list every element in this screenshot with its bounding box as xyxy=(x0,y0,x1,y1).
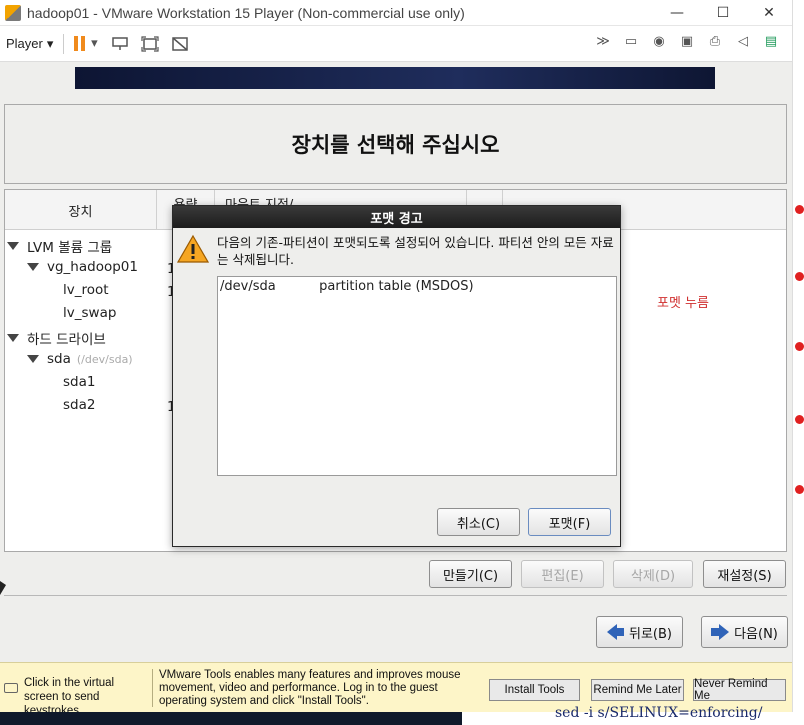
expander-icon[interactable] xyxy=(7,242,19,250)
arrow-shaft xyxy=(616,628,624,636)
delete-button[interactable]: 삭제(D) xyxy=(613,560,693,588)
tree-label: 하드 드라이브 xyxy=(27,332,106,348)
tree-row-sda1[interactable]: sda1 xyxy=(63,374,95,390)
edit-button[interactable]: 편집(E) xyxy=(521,560,604,588)
unity-icon[interactable] xyxy=(171,36,189,52)
back-button[interactable]: 뒤로(B) xyxy=(596,616,683,648)
background-marker-icon xyxy=(795,342,804,351)
dialog-title: 포맷 경고 xyxy=(173,206,620,228)
expander-icon[interactable] xyxy=(27,263,39,271)
dialog-message: 다음의 기존-파티션이 포맷되도록 설정되어 있습니다. 파티션 안의 모든 자… xyxy=(217,235,614,267)
toolbar-divider xyxy=(63,33,65,54)
expander-icon[interactable] xyxy=(27,355,39,363)
tree-row-lvm-group[interactable]: LVM 볼륨 그룹 xyxy=(7,236,112,256)
printer-icon[interactable]: ⎙ xyxy=(706,34,724,49)
tree-row-lv-root[interactable]: lv_root xyxy=(63,282,109,298)
tree-label: sda xyxy=(47,351,71,367)
install-tools-button[interactable]: Install Tools xyxy=(489,679,580,701)
pause-dropdown-icon[interactable]: ▾ xyxy=(89,36,99,52)
list-item[interactable]: /dev/sda partition table (MSDOS) xyxy=(220,279,616,294)
player-menu-label: Player xyxy=(6,36,43,51)
format-button[interactable]: 포맷(F) xyxy=(528,508,611,536)
notification-divider xyxy=(152,669,153,707)
hard-disk-icon[interactable]: ▭ xyxy=(622,34,640,49)
cd-icon[interactable]: ◉ xyxy=(650,34,668,49)
expander-icon[interactable] xyxy=(7,334,19,342)
tree-label: sda1 xyxy=(63,374,96,390)
player-toolbar: Player ▾ ▾ ≫ ▭ ◉ ▣ ⎙ ◁ ▤ xyxy=(0,26,792,62)
fit-guest-icon[interactable] xyxy=(141,35,159,52)
window-controls: — ☐ ✕ xyxy=(654,0,792,26)
tree-label: lv_swap xyxy=(63,305,117,321)
close-button[interactable]: ✕ xyxy=(746,0,792,26)
create-button[interactable]: 만들기(C) xyxy=(429,560,512,588)
vm-library-icon[interactable]: ▤ xyxy=(762,34,780,49)
network-icon[interactable]: ▣ xyxy=(678,34,696,49)
sound-icon[interactable]: ◁ xyxy=(734,34,752,49)
next-button-label: 다음(N) xyxy=(734,626,778,642)
page-title: 장치를 선택해 주십시오 xyxy=(291,133,500,157)
tree-label: sda2 xyxy=(63,397,96,413)
tree-row-sda2[interactable]: sda2 xyxy=(63,397,95,413)
chevron-down-icon: ▾ xyxy=(46,35,54,51)
tree-label: vg_hadoop01 xyxy=(47,259,138,275)
annotation-note: 포멧 누름 xyxy=(657,296,709,311)
minimize-button[interactable]: — xyxy=(654,0,700,26)
tree-label: lv_root xyxy=(63,282,109,298)
installer-banner xyxy=(75,67,715,89)
arrow-shaft xyxy=(711,628,720,636)
format-warning-dialog: 포맷 경고 다음의 기존-파티션이 포맷되도록 설정되어 있습니다. 파티션 안… xyxy=(172,205,621,547)
tree-sublabel: (/dev/sda) xyxy=(76,352,133,366)
player-menu-button[interactable]: Player ▾ xyxy=(6,36,53,52)
background-marker-icon xyxy=(795,415,804,424)
cancel-button[interactable]: 취소(C) xyxy=(437,508,520,536)
background-window-edge xyxy=(792,0,804,725)
reset-button[interactable]: 재설정(S) xyxy=(703,560,786,588)
vmware-logo-icon xyxy=(5,4,21,21)
warning-icon xyxy=(177,234,209,263)
never-remind-button[interactable]: Never Remind Me xyxy=(693,678,786,702)
list-item-description: partition table (MSDOS) xyxy=(319,279,474,294)
column-device[interactable]: 장치 xyxy=(5,190,157,230)
heading-box: 장치를 선택해 주십시오 xyxy=(4,104,787,184)
tree-label: LVM 볼륨 그룹 xyxy=(27,240,113,256)
mouse-pointer-icon xyxy=(0,581,6,595)
tree-row-hard-drives[interactable]: 하드 드라이브 xyxy=(7,328,106,348)
back-button-label: 뒤로(B) xyxy=(629,626,672,642)
background-marker-icon xyxy=(795,272,804,281)
partition-list[interactable]: /dev/sda partition table (MSDOS) xyxy=(217,276,617,476)
more-icon[interactable]: ≫ xyxy=(594,34,612,49)
background-marker-icon xyxy=(795,485,804,494)
keyboard-icon xyxy=(4,683,18,693)
device-icons: ≫ ▭ ◉ ▣ ⎙ ◁ ▤ xyxy=(594,34,780,49)
next-button[interactable]: 다음(N) xyxy=(701,616,788,648)
window-titlebar: hadoop01 - VMware Workstation 15 Player … xyxy=(0,0,792,26)
window-title: hadoop01 - VMware Workstation 15 Player … xyxy=(27,4,465,21)
remind-later-button[interactable]: Remind Me Later xyxy=(591,679,684,701)
pause-icon[interactable] xyxy=(74,36,86,51)
arrow-right-icon xyxy=(719,624,730,640)
send-ctrl-alt-del-icon[interactable] xyxy=(111,36,129,52)
maximize-button[interactable]: ☐ xyxy=(700,0,746,26)
background-marker-icon xyxy=(795,205,804,214)
tree-row-vg[interactable]: vg_hadoop01 xyxy=(27,259,138,275)
tree-row-lv-swap[interactable]: lv_swap xyxy=(63,305,116,321)
list-item-device: /dev/sda xyxy=(220,279,276,294)
background-text: sed -i s/SELINUX=enforcing/ xyxy=(555,705,763,721)
notification-message: VMware Tools enables many features and i… xyxy=(159,669,461,707)
tree-row-sda[interactable]: sda (/dev/sda) xyxy=(27,351,133,367)
divider xyxy=(4,595,787,596)
